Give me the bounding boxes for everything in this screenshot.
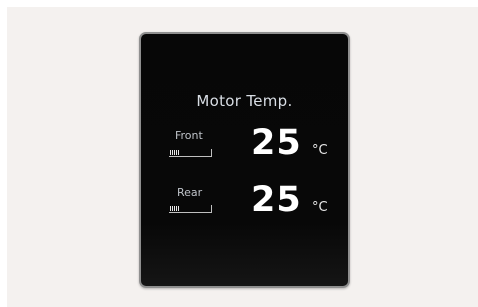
- front-label: Front: [175, 129, 203, 142]
- rear-gauge-level: [170, 206, 180, 211]
- rear-temp-value: 25: [251, 180, 302, 220]
- front-temp-value: 25: [251, 123, 302, 163]
- front-temp-gauge: [169, 149, 212, 157]
- rear-temp-gauge: [169, 205, 212, 213]
- front-gauge-level: [170, 150, 180, 155]
- rear-label: Rear: [177, 186, 203, 199]
- front-temp-unit: °C: [312, 143, 328, 158]
- motor-temp-display: Motor Temp. Front 25 °C Rear 25 °C: [139, 32, 350, 288]
- panel-title: Motor Temp.: [196, 92, 293, 110]
- rear-temp-unit: °C: [312, 200, 328, 215]
